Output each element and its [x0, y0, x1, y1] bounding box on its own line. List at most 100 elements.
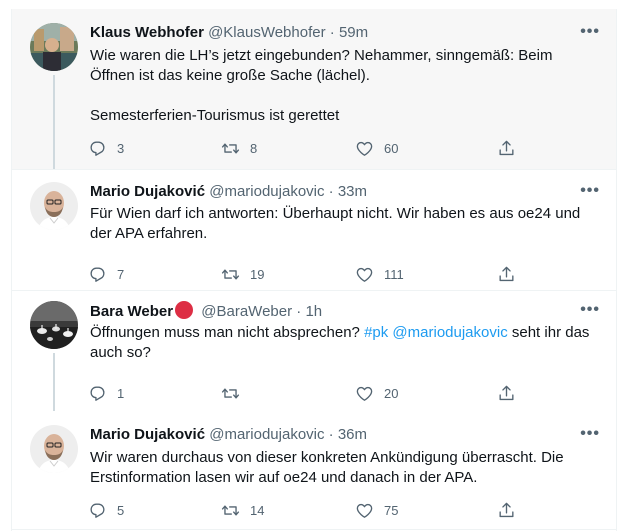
tweet-text-line: Semesterferien-Tourismus ist gerettet: [90, 107, 340, 124]
more-options-icon[interactable]: •••: [580, 182, 600, 200]
avatar[interactable]: [30, 425, 78, 473]
avatar[interactable]: [30, 182, 78, 230]
author-name[interactable]: Mario Dujaković: [90, 183, 205, 200]
author-name[interactable]: Klaus Webhofer: [90, 24, 204, 41]
tweet-text-segment: seht ihr das: [511, 324, 590, 341]
share-button[interactable]: [497, 264, 516, 284]
avatar[interactable]: [30, 301, 78, 349]
tweet-text-line: auch so?: [90, 344, 151, 361]
divider: [12, 529, 616, 530]
reply-count: 5: [117, 502, 125, 518]
reply-button[interactable]: 3: [88, 138, 124, 158]
reply-count: 7: [117, 266, 125, 282]
tweet-header: Klaus Webhofer @KlausWebhofer · 59m: [90, 23, 368, 43]
retweet-button[interactable]: 8: [221, 138, 257, 158]
like-button[interactable]: 111: [355, 264, 404, 284]
share-icon: [499, 266, 514, 281]
tweet-text-line: Öffnen ist das keine große Sache (lächel…: [90, 67, 370, 84]
reply-icon: [90, 140, 105, 156]
author-handle[interactable]: @mariodujakovic: [209, 183, 324, 200]
retweet-icon: [221, 504, 240, 516]
red-circle-emoji-icon: [175, 301, 194, 319]
more-options-icon[interactable]: •••: [580, 23, 600, 41]
tweet-text-line: Öffnungen muss man nicht absprechen? #pk…: [90, 323, 600, 343]
author-handle[interactable]: @mariodujakovic: [209, 426, 324, 443]
reply-count: 1: [117, 385, 125, 401]
reply-button[interactable]: 5: [88, 500, 124, 520]
tweet-text: Wir waren durchaus von dieser konkreten …: [90, 448, 600, 488]
tweet-klaus-webhofer[interactable]: Klaus Webhofer @KlausWebhofer · 59m ••• …: [12, 9, 616, 169]
retweet-count: 8: [250, 140, 258, 156]
retweet-icon: [221, 268, 240, 280]
tweet-actions: 7 19 111: [88, 264, 528, 284]
like-icon: [356, 503, 373, 518]
like-count: 75: [384, 502, 399, 518]
share-button[interactable]: [497, 383, 516, 403]
hashtag-link[interactable]: #pk: [364, 324, 388, 341]
tweet-text-line: Für Wien darf ich antworten: Überhaupt n…: [90, 205, 581, 222]
share-button[interactable]: [497, 500, 516, 520]
tweet-mario-dujakovic-reply[interactable]: Mario Dujaković @mariodujakovic · 36m ••…: [12, 411, 616, 531]
like-count: 60: [384, 140, 399, 156]
like-button[interactable]: 60: [355, 138, 398, 158]
tweet-text-line: Wie waren die LH’s jetzt eingebunden? Ne…: [90, 47, 553, 64]
thread-connector: [53, 353, 55, 411]
like-count: 111: [384, 266, 404, 282]
retweet-icon: [221, 142, 240, 154]
like-icon: [356, 267, 373, 282]
timestamp[interactable]: 36m: [338, 426, 367, 443]
like-icon: [356, 141, 373, 156]
more-options-icon[interactable]: •••: [580, 425, 600, 443]
timeline: Klaus Webhofer @KlausWebhofer · 59m ••• …: [11, 9, 617, 531]
share-icon: [499, 385, 514, 400]
share-icon: [499, 140, 514, 155]
author-handle[interactable]: @KlausWebhofer: [208, 24, 326, 41]
timestamp[interactable]: 59m: [339, 24, 368, 41]
tweet-actions: 1 20: [88, 383, 528, 403]
timestamp[interactable]: 1h: [305, 303, 322, 320]
tweet-header: Mario Dujaković @mariodujakovic · 36m: [90, 425, 367, 445]
tweet-text-line: Erstinformation lasen wir auf oe24 und d…: [90, 469, 478, 486]
reply-icon: [90, 385, 105, 401]
avatar[interactable]: [30, 23, 78, 71]
separator-dot: ·: [328, 426, 334, 443]
timestamp[interactable]: 33m: [338, 183, 367, 200]
reply-button[interactable]: 7: [88, 264, 124, 284]
separator-dot: ·: [296, 303, 302, 320]
tweet-bara-weber[interactable]: Bara Weber @BaraWeber · 1h ••• Öffnungen…: [12, 291, 616, 411]
author-handle[interactable]: @BaraWeber: [201, 303, 292, 320]
retweet-icon: [221, 387, 240, 399]
tweet-text: Für Wien darf ich antworten: Überhaupt n…: [90, 204, 600, 244]
tweet-actions: 5 14 75: [88, 500, 528, 520]
like-icon: [356, 386, 373, 401]
mention-link[interactable]: @mariodujakovic: [392, 324, 507, 341]
like-button[interactable]: 20: [355, 383, 398, 403]
tweet-text-segment: Öffnungen muss man nicht absprechen?: [90, 324, 360, 341]
more-options-icon[interactable]: •••: [580, 301, 600, 319]
share-icon: [499, 502, 514, 517]
retweet-count: 14: [250, 502, 265, 518]
reply-icon: [90, 502, 105, 518]
share-button[interactable]: [497, 138, 516, 158]
author-name[interactable]: Mario Dujaković: [90, 426, 205, 443]
retweet-button[interactable]: 19: [221, 264, 264, 284]
reply-icon: [90, 266, 105, 282]
retweet-button[interactable]: 14: [221, 500, 264, 520]
tweet-text: Öffnungen muss man nicht absprechen? #pk…: [90, 323, 600, 363]
tweet-header: Mario Dujaković @mariodujakovic · 33m: [90, 182, 367, 202]
retweet-count: 19: [250, 266, 265, 282]
tweet-text-line: der APA erfahren.: [90, 225, 208, 242]
reply-button[interactable]: 1: [88, 383, 124, 403]
tweet-text: Wie waren die LH’s jetzt eingebunden? Ne…: [90, 46, 600, 126]
tweet-actions: 3 8 60: [88, 138, 528, 158]
tweet-header: Bara Weber @BaraWeber · 1h: [90, 301, 322, 322]
separator-dot: ·: [329, 24, 335, 41]
like-count: 20: [384, 385, 399, 401]
like-button[interactable]: 75: [355, 500, 398, 520]
retweet-button[interactable]: [221, 383, 250, 403]
reply-count: 3: [117, 140, 125, 156]
separator-dot: ·: [328, 183, 334, 200]
tweet-mario-dujakovic[interactable]: Mario Dujaković @mariodujakovic · 33m ••…: [12, 170, 616, 290]
thread-connector: [53, 75, 55, 169]
author-name[interactable]: Bara Weber: [90, 303, 173, 320]
